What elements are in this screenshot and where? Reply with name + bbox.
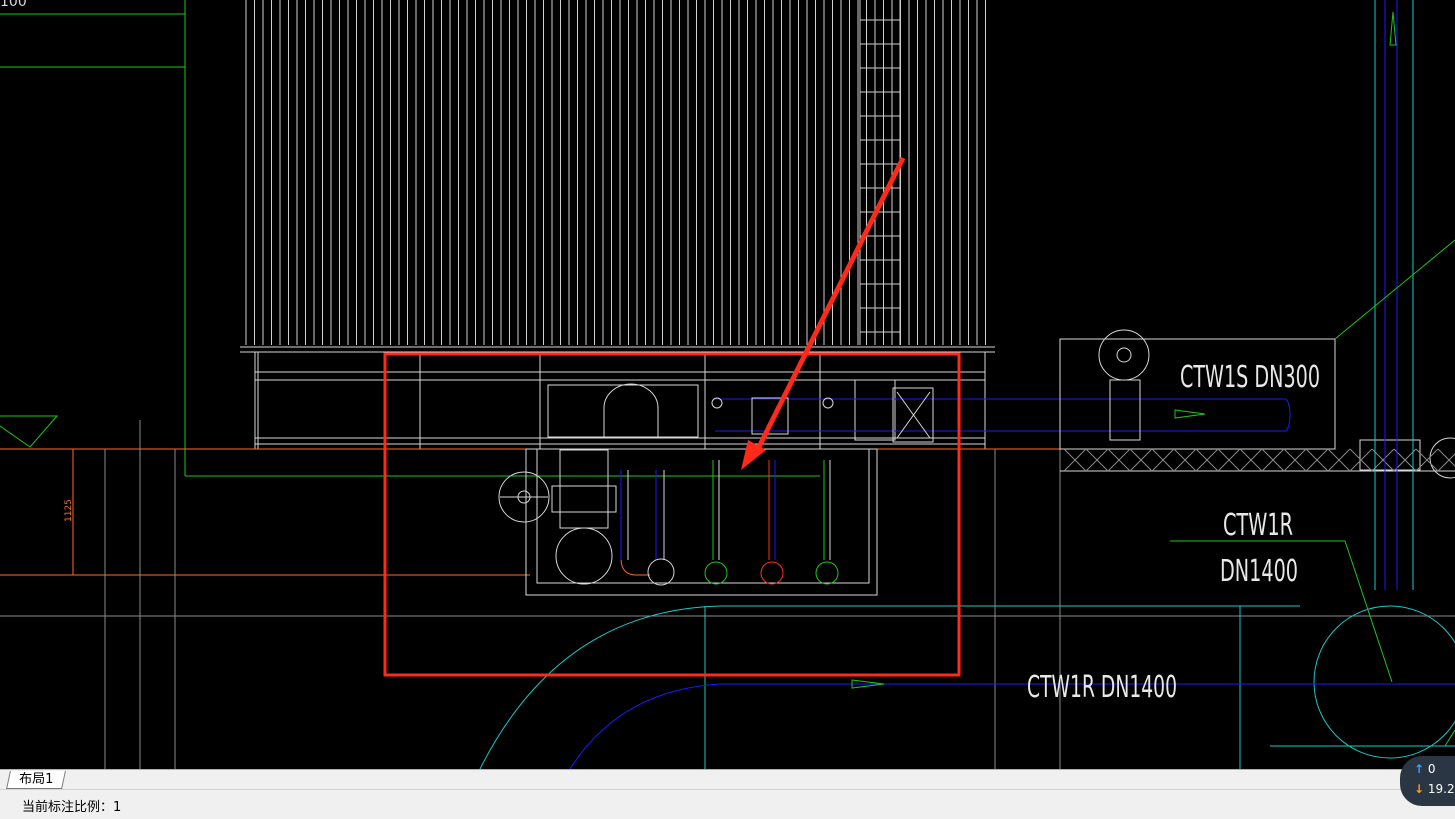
upload-speed: ↑ 0	[1414, 762, 1436, 776]
pointer-arrow	[741, 156, 906, 470]
network-speed-widget[interactable]: ↑ 0 ↓ 19.2	[1400, 756, 1455, 806]
annotation-scale-status: 当前标注比例：1	[22, 800, 122, 815]
ground-hatch	[1063, 448, 1455, 472]
top-left-text: 100	[0, 0, 27, 10]
download-arrow-icon: ↓	[1414, 782, 1425, 796]
cad-drawing-canvas[interactable]: 100 1125 CTW1S DN300 CTW1R DN1400 CTW1R …	[0, 0, 1455, 769]
download-speed: ↓ 19.2	[1414, 782, 1455, 796]
pipe-label-ctw1r-line1: CTW1R	[1223, 508, 1293, 543]
download-value: 19.2	[1427, 782, 1455, 796]
pipe-label-ctw1r-bottom: CTW1R DN1400	[1027, 670, 1177, 705]
dimension-lines	[0, 448, 1060, 576]
status-bar: 当前标注比例：1	[0, 789, 1455, 819]
right-valve-box	[1059, 329, 1455, 479]
blue-pipes	[569, 0, 1455, 769]
highlight-box	[383, 352, 961, 677]
ctw1s-pipe	[711, 387, 1291, 443]
left-funnel	[0, 415, 59, 448]
tab-layout1[interactable]: 布局1	[6, 771, 67, 789]
flow-arrow-top-right	[1389, 11, 1397, 46]
tab-layout1-label: 布局1	[19, 772, 54, 787]
cooling-tower-ribs	[245, 0, 986, 345]
sump-pit	[498, 448, 878, 596]
cooling-tower-frame	[240, 346, 995, 449]
upload-value: 0	[1427, 762, 1436, 776]
pipe-label-ctw1r-line2: DN1400	[1220, 554, 1298, 589]
pipe-label-ctw1s: CTW1S DN300	[1180, 360, 1320, 395]
layout-tab-bar: 布局1	[0, 769, 1455, 789]
upload-arrow-icon: ↑	[1414, 762, 1425, 776]
risers	[620, 460, 839, 586]
dimension-label: 1125	[64, 499, 74, 522]
drawing-svg: 100 1125 CTW1S DN300 CTW1R DN1400 CTW1R …	[0, 0, 1455, 769]
leader-lines	[1170, 239, 1455, 747]
